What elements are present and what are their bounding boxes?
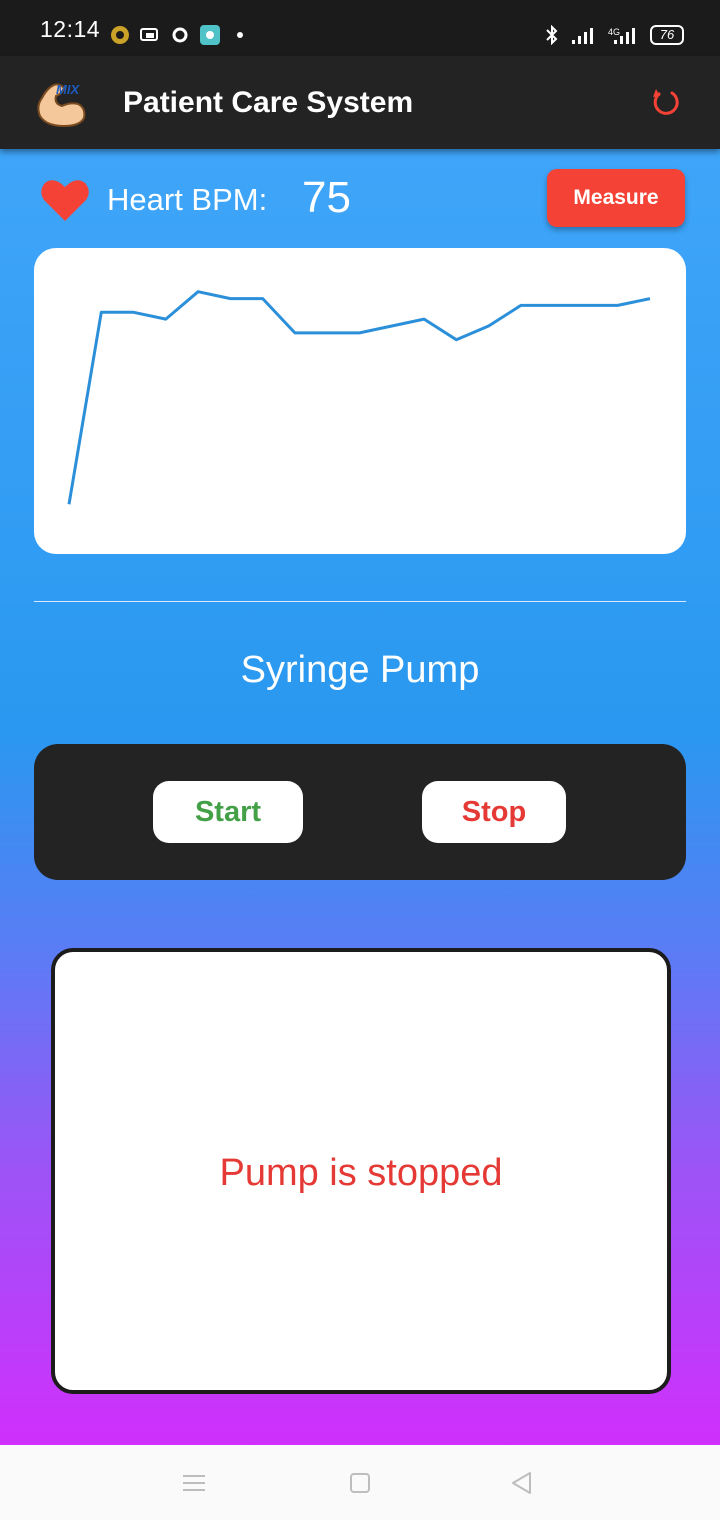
main-content: Heart BPM: 75 Measure Syringe Pump Start… [0, 149, 720, 1445]
svg-text:4G: 4G [608, 27, 620, 37]
pump-status-panel: Pump is stopped [51, 948, 671, 1394]
battery-indicator: 76 [650, 25, 684, 45]
back-icon[interactable] [509, 1470, 535, 1496]
stop-button[interactable]: Stop [422, 781, 566, 843]
app-logo: MIX [37, 82, 86, 128]
dot-icon [237, 32, 243, 38]
refresh-icon[interactable] [650, 86, 682, 118]
system-icons: 4G 76 [544, 25, 684, 45]
heart-bpm-label: Heart BPM: [107, 182, 268, 217]
divider [34, 601, 686, 602]
chat-app-icon [200, 25, 220, 45]
notification-icons [110, 25, 250, 45]
syringe-pump-title: Syringe Pump [240, 649, 480, 691]
navigation-bar [0, 1445, 720, 1520]
app-title: Patient Care System [123, 86, 414, 119]
measure-button[interactable]: Measure [547, 169, 685, 227]
cast-icon [140, 28, 158, 41]
status-time: 12:14 [40, 16, 101, 42]
coin-icon [111, 26, 129, 44]
signal-icon [572, 28, 593, 44]
home-icon[interactable] [347, 1470, 373, 1496]
menu-icon[interactable] [181, 1470, 207, 1496]
heart-icon [41, 180, 89, 221]
bluetooth-icon [546, 25, 558, 45]
start-button[interactable]: Start [153, 781, 303, 843]
status-bar: 12:14 4G 76 [0, 0, 720, 56]
heart-rate-line [67, 290, 651, 505]
heart-rate-chart [34, 248, 686, 554]
ring-icon [172, 27, 188, 43]
app-bar: MIX Patient Care System [0, 56, 720, 149]
pump-status-text: Pump is stopped [219, 1152, 503, 1194]
chart-svg [67, 290, 651, 505]
pump-controls-panel: Start Stop [34, 744, 686, 880]
svg-text:MIX: MIX [56, 82, 80, 97]
heart-bpm-value: 75 [302, 173, 351, 222]
signal-4g-icon: 4G [608, 27, 635, 44]
